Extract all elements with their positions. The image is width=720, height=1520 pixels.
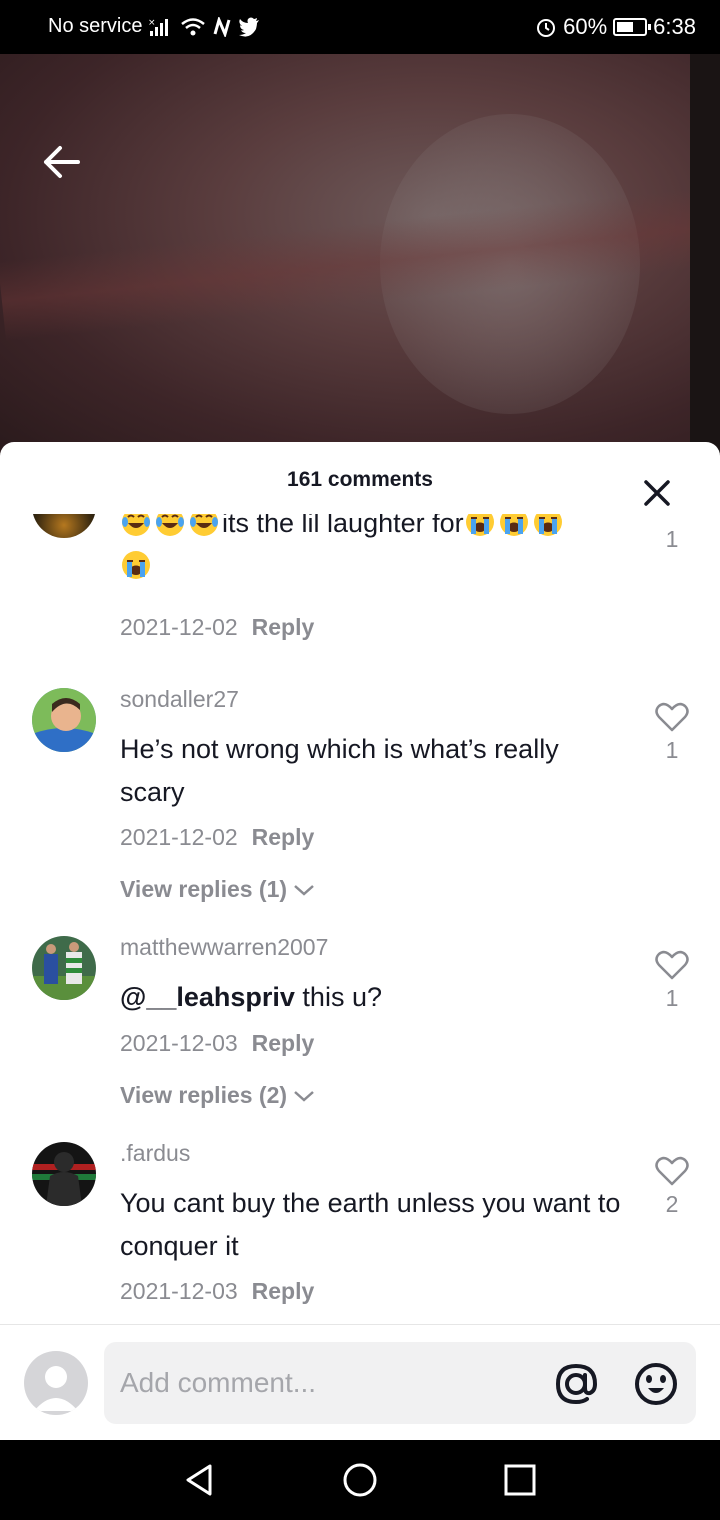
- like-count: 2: [665, 1191, 679, 1217]
- view-replies-button[interactable]: View replies (2): [120, 1082, 315, 1109]
- nav-home-icon[interactable]: [340, 1460, 380, 1500]
- comments-count-title: 161 comments: [287, 468, 433, 491]
- smiley-icon[interactable]: [632, 1360, 680, 1408]
- comment-body: this u?: [294, 982, 382, 1012]
- svg-text:×: ×: [148, 18, 156, 28]
- default-avatar-icon: [34, 1366, 78, 1411]
- comment-meta: 2021-12-02 Reply: [120, 614, 314, 641]
- loudly-crying-emoji-icon: [533, 514, 562, 536]
- like-button[interactable]: 1: [652, 702, 692, 764]
- nav-recents-icon[interactable]: [500, 1460, 540, 1500]
- heart-outline-icon: [655, 1156, 689, 1186]
- comment-input-box[interactable]: [104, 1342, 696, 1424]
- comment-date: 2021-12-02: [120, 824, 238, 850]
- heart-outline-icon: [655, 950, 689, 980]
- loudly-crying-emoji-icon: [499, 514, 528, 536]
- comment-input-bar: [0, 1324, 720, 1440]
- battery-fill: [617, 22, 633, 32]
- battery-percent: 60%: [563, 14, 608, 39]
- comment-text: You cant buy the earth unless you want t…: [120, 1188, 621, 1261]
- comments-sheet: 161 comments its the lil laughter for 20…: [0, 442, 720, 1440]
- alarm-icon: [537, 19, 556, 37]
- view-replies-label: View replies (2): [120, 1082, 288, 1108]
- wifi-icon: [181, 17, 206, 35]
- comment-username[interactable]: sondaller27: [120, 686, 239, 713]
- like-button[interactable]: 1: [652, 526, 692, 553]
- comments-list[interactable]: its the lil laughter for 2021-12-02 Reply…: [0, 514, 720, 1324]
- comment-input[interactable]: [120, 1342, 540, 1424]
- reply-button[interactable]: Reply: [252, 614, 315, 640]
- status-right: 60% 6:38: [535, 14, 696, 40]
- comment-date: 2021-12-02: [120, 614, 238, 640]
- comment-username[interactable]: .fardus: [120, 1140, 190, 1167]
- loudly-crying-emoji-icon: [465, 514, 494, 536]
- reply-button[interactable]: Reply: [252, 1278, 315, 1304]
- view-replies-button[interactable]: View replies (1): [120, 876, 315, 903]
- heart-outline-icon: [655, 702, 689, 732]
- loudly-crying-emoji-icon: [122, 551, 150, 579]
- comment-meta: 2021-12-02 Reply: [120, 824, 314, 851]
- at-sign-icon[interactable]: [552, 1360, 600, 1408]
- laughing-tears-emoji-icon: [156, 514, 184, 536]
- avatar[interactable]: [32, 514, 96, 538]
- like-count: 1: [665, 737, 679, 763]
- view-replies-label: View replies (1): [120, 876, 288, 902]
- status-bar: No service × 60% 6:38: [0, 0, 720, 54]
- comment-meta: 2021-12-03 Reply: [120, 1030, 314, 1057]
- carrier-text: No service: [48, 15, 143, 37]
- comment-date: 2021-12-03: [120, 1030, 238, 1056]
- nfc-icon: [214, 16, 231, 37]
- comment-body: its the lil laughter for: [222, 514, 464, 538]
- system-nav-bar: [0, 1440, 720, 1520]
- like-button[interactable]: 2: [652, 1156, 692, 1218]
- comment-text: @__leahspriv this u?: [120, 976, 630, 1019]
- like-count: 1: [665, 985, 679, 1011]
- clock: 6:38: [653, 14, 696, 39]
- laughing-tears-emoji-icon: [122, 514, 150, 536]
- like-button[interactable]: 1: [652, 950, 692, 1012]
- nav-back-icon[interactable]: [180, 1460, 220, 1500]
- avatar-image: [32, 688, 96, 752]
- mention-link[interactable]: @__leahspriv: [120, 982, 295, 1012]
- comment-text: its the lil laughter for: [120, 514, 630, 588]
- avatar-image: [32, 936, 96, 1000]
- comment-date: 2021-12-03: [120, 1278, 238, 1304]
- reply-button[interactable]: Reply: [252, 824, 315, 850]
- comment-username[interactable]: matthewwarren2007: [120, 934, 328, 961]
- comment-text: He’s not wrong which is what’s really sc…: [120, 734, 559, 807]
- close-icon[interactable]: [640, 476, 674, 510]
- like-count: 1: [665, 526, 679, 552]
- chevron-down-icon: [294, 1090, 314, 1102]
- chevron-down-icon: [294, 884, 314, 896]
- laughing-tears-emoji-icon: [190, 514, 218, 536]
- battery-icon: [613, 18, 652, 36]
- avatar[interactable]: [32, 688, 96, 752]
- avatar[interactable]: [32, 1142, 96, 1206]
- video-background[interactable]: [0, 54, 720, 454]
- my-avatar: [24, 1351, 88, 1415]
- comment-meta: 2021-12-03 Reply: [120, 1278, 314, 1305]
- signal-icon: ×: [148, 18, 169, 36]
- back-arrow-icon[interactable]: [40, 140, 84, 184]
- twitter-icon: [239, 17, 260, 37]
- status-left: No service ×: [48, 15, 260, 38]
- avatar-image: [32, 1142, 96, 1206]
- reply-button[interactable]: Reply: [252, 1030, 315, 1056]
- avatar[interactable]: [32, 936, 96, 1000]
